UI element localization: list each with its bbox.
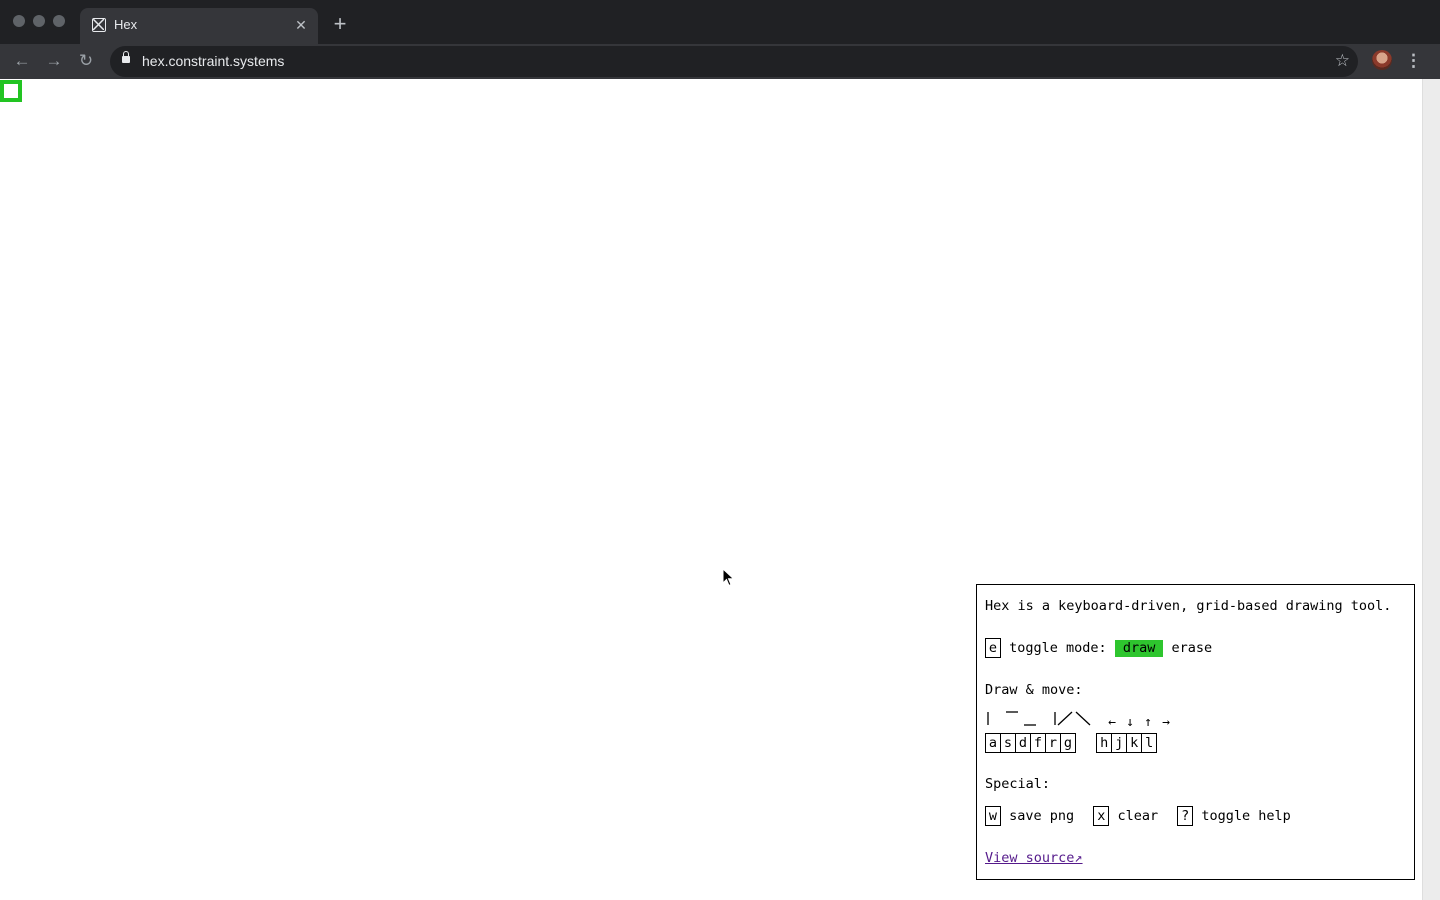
forward-arrow-icon[interactable]: → [41,48,67,74]
window-minimize-button[interactable] [33,15,45,27]
address-bar[interactable]: hex.constraint.systems ☆ [110,46,1358,77]
arrow-j: ↓ [1126,715,1134,729]
browser-tab[interactable]: Hex ✕ [80,8,318,44]
key-e: e [985,638,1001,658]
tab-close-icon[interactable]: ✕ [292,16,310,34]
bookmark-star-icon[interactable]: ☆ [1335,50,1350,72]
view-source-link[interactable]: View source↗ [985,850,1083,866]
draw-move-keys-row: asdfrg hjkl [985,733,1158,753]
browser-menu-icon[interactable]: ⋮ [1405,50,1422,72]
view-source-row: View source↗ [985,849,1083,867]
draw-move-heading: Draw & move: [985,682,1083,698]
grid-cursor [0,80,22,102]
mode-erase-label: erase [1171,640,1213,656]
clear-label: clear [1117,808,1159,824]
browser-toolbar: ← → ↻ hex.constraint.systems ☆ [0,44,1440,79]
key-g: g [1060,733,1076,753]
key-h: h [1096,733,1113,753]
mouse-pointer-icon [722,568,735,587]
key-d: d [1015,733,1031,753]
key-k: k [1126,733,1143,753]
arrow-k: ↑ [1144,715,1152,729]
mode-draw-badge: draw [1114,640,1164,657]
key-s: s [1000,733,1016,753]
window-close-button[interactable] [13,15,25,27]
toggle-help-label: toggle help [1201,808,1291,824]
toggle-mode-row: e toggle mode: draw erase [985,638,1212,658]
special-row: w save png x clear ? toggle help [985,806,1291,826]
move-keys: hjkl [1096,733,1158,753]
reload-icon[interactable]: ↻ [73,48,99,74]
lock-icon [122,51,130,63]
key-question: ? [1177,806,1194,826]
draw-stroke-glyphs: ← ↓ ↑ → [987,711,1170,729]
arrow-h: ← [1108,715,1116,729]
key-x: x [1093,806,1110,826]
profile-avatar[interactable] [1372,50,1392,70]
browser-titlebar: Hex ✕ + [0,0,1440,44]
key-l: l [1141,733,1158,753]
url-text[interactable]: hex.constraint.systems [142,53,284,69]
toggle-mode-label: toggle mode: [1009,640,1107,656]
key-w: w [985,806,1001,826]
help-intro: Hex is a keyboard-driven, grid-based dra… [985,598,1392,614]
key-j: j [1111,733,1128,753]
vertical-scrollbar[interactable] [1422,79,1440,900]
draw-keys: asdfrg [985,733,1076,753]
glyph-r-diagonal-up [1057,711,1073,726]
window-zoom-button[interactable] [53,15,65,27]
arrow-l: → [1162,715,1170,729]
key-a: a [985,733,1001,753]
new-tab-button[interactable]: + [328,12,352,36]
save-png-label: save png [1009,808,1075,824]
help-panel: Hex is a keyboard-driven, grid-based dra… [976,584,1415,880]
hex-favicon-icon [92,18,106,32]
glyph-g-diagonal-down [1075,711,1091,726]
key-r: r [1045,733,1061,753]
back-arrow-icon[interactable]: ← [9,48,35,74]
special-heading: Special: [985,776,1051,792]
key-f: f [1030,733,1046,753]
tab-title: Hex [114,17,138,32]
